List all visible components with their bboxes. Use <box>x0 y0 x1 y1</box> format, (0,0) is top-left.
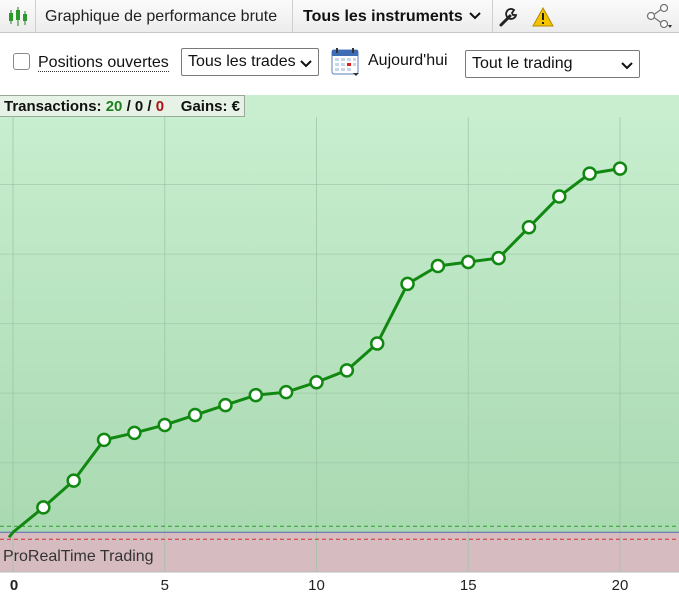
data-point <box>612 161 628 176</box>
data-point <box>66 473 81 488</box>
title-bar: Graphique de performance brute Tous les … <box>0 0 679 33</box>
data-point <box>430 258 446 274</box>
x-tick-label: 10 <box>308 577 325 594</box>
data-point <box>127 425 142 441</box>
warning-icon[interactable] <box>532 0 554 33</box>
profit-zone <box>0 95 679 533</box>
data-point <box>521 220 537 235</box>
data-point <box>187 407 203 423</box>
data-point <box>278 384 294 400</box>
data-point <box>369 336 385 351</box>
transactions-summary: Transactions: 20 / 0 / 0 Gains: € <box>0 95 245 117</box>
data-point <box>309 375 324 390</box>
data-point <box>218 397 233 413</box>
gains-label: Gains: <box>180 97 228 115</box>
open-positions-checkbox[interactable] <box>13 53 30 70</box>
trading-select[interactable]: Tout le trading <box>465 50 640 78</box>
toolbar: Positions ouvertes Tous les trades Aujou… <box>0 33 679 95</box>
data-point <box>36 500 51 515</box>
data-point <box>552 189 567 204</box>
data-point <box>400 276 415 292</box>
trading-select-value: Tout le trading <box>472 55 573 72</box>
instrument-selector[interactable]: Tous les instruments <box>303 0 481 33</box>
candlestick-icon <box>8 0 28 33</box>
chevron-down-icon <box>300 56 312 74</box>
x-tick-label: 20 <box>611 577 629 594</box>
x-tick-label: 15 <box>459 577 477 594</box>
separator: / <box>147 97 152 115</box>
data-point <box>461 254 476 270</box>
chart-title: Graphique de performance brute <box>45 7 278 25</box>
x-tick-label: 5 <box>160 577 169 594</box>
data-point <box>157 417 172 433</box>
data-point <box>491 250 506 266</box>
instrument-selector-label: Tous les instruments <box>303 7 463 25</box>
chevron-down-icon <box>469 8 481 26</box>
gains-unit: € <box>231 97 240 115</box>
chevron-down-icon <box>621 58 633 76</box>
share-icon[interactable] <box>646 0 674 33</box>
trades-select-value: Tous les trades <box>188 53 296 70</box>
neutral-count: 0 <box>134 97 144 115</box>
losing-count: 0 <box>155 97 165 115</box>
winning-count: 20 <box>105 97 123 115</box>
date-label[interactable]: Aujourd'hui <box>368 52 448 70</box>
transactions-label: Transactions: <box>4 97 102 115</box>
data-point <box>582 166 597 181</box>
data-point <box>96 432 112 448</box>
trades-select[interactable]: Tous les trades <box>181 48 319 76</box>
wrench-icon[interactable] <box>498 0 520 33</box>
open-positions-label[interactable]: Positions ouvertes <box>38 54 169 72</box>
performance-chart <box>0 95 679 573</box>
calendar-icon[interactable] <box>331 47 361 77</box>
data-point <box>339 363 355 378</box>
x-tick-label: 0 <box>9 577 19 594</box>
data-point <box>248 387 264 403</box>
watermark: ProRealTime Trading <box>3 548 154 565</box>
separator: / <box>126 97 131 115</box>
